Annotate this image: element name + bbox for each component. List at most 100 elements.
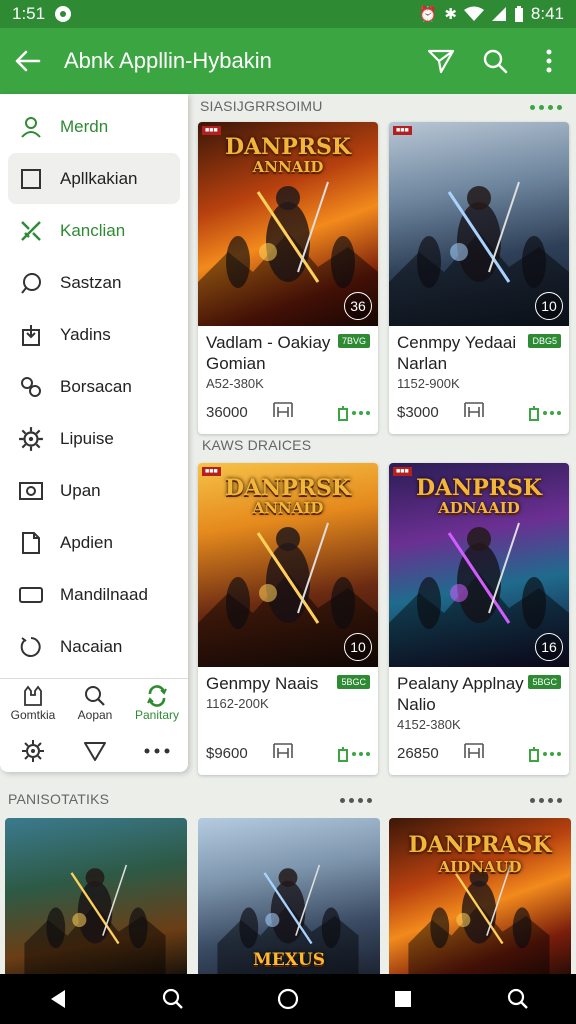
drawer-item-label: Lipuise: [60, 428, 114, 448]
status-bar: 1:51 ⏰ ✱ 8:41: [0, 0, 576, 28]
back-button[interactable]: [0, 28, 56, 94]
install-more-button[interactable]: [528, 405, 561, 421]
back-triangle-icon: [50, 990, 65, 1008]
download-box-icon: [18, 322, 44, 348]
section-title-1: SIASIJGRRSOIMU: [200, 98, 323, 114]
rating-badge: 5BGC: [528, 675, 561, 689]
game-artwork[interactable]: ■■■ DANPRSK ADNAAID 16: [389, 463, 569, 667]
game-artwork[interactable]: ■■■ DANPRSK ANNAID 10: [198, 463, 378, 667]
drawer-item-6[interactable]: Borsacan: [8, 361, 180, 412]
drawer-shortcut-3[interactable]: Panitary: [126, 679, 188, 727]
drawer-item-label: Nacaian: [60, 636, 123, 656]
game-logo: DANPRSK ANNAID: [224, 134, 352, 176]
drawer-more-button[interactable]: [126, 727, 188, 775]
app-card-partial[interactable]: MEXUS: [198, 818, 380, 974]
game-artwork[interactable]: ■■■ 10: [389, 122, 569, 326]
install-more-button[interactable]: [337, 405, 370, 421]
drawer-item-4[interactable]: Sastzan: [8, 257, 180, 308]
send-icon: [427, 49, 455, 74]
refresh-circle-icon: [18, 634, 44, 660]
bluetooth-icon: ✱: [444, 6, 457, 23]
app-range: 4152-380K: [397, 717, 461, 732]
app-title: Abnk Appllin-Hybakin: [64, 48, 272, 73]
nav-assist-button[interactable]: [488, 974, 548, 1024]
triangle-icon: [84, 742, 106, 761]
install-icon: [529, 746, 539, 762]
drawer-settings-button[interactable]: [2, 727, 64, 775]
app-name: Vadlam - Oakiay Gomian: [206, 333, 331, 373]
drawer-item-10[interactable]: Mandilnaad: [8, 569, 180, 620]
drawer-item-label: Borsacan: [60, 376, 132, 396]
compare-icon[interactable]: [272, 401, 294, 424]
castle-icon: [22, 684, 44, 708]
app-range: 1152-900K: [397, 376, 460, 391]
game-logo: [389, 136, 569, 138]
install-more-button[interactable]: [337, 746, 370, 762]
search-icon: [508, 988, 529, 1009]
nav-home-button[interactable]: [258, 974, 318, 1024]
app-card[interactable]: ■■■ DANPRSK ADNAAID 16 Pealany Applnay Nalio…: [389, 463, 569, 775]
search-button[interactable]: [468, 28, 522, 94]
arrow-back-icon: [15, 50, 41, 72]
drawer-item-3[interactable]: Kanclian: [8, 205, 180, 256]
system-navigation-bar: [0, 974, 576, 1024]
search-icon: [84, 684, 106, 708]
drawer-item-label: Merdn: [60, 116, 109, 136]
compare-icon[interactable]: [272, 742, 294, 765]
status-clock: 8:41: [530, 4, 564, 23]
more-vert-icon: [546, 49, 552, 73]
square-icon: [395, 991, 412, 1007]
app-price: $3000: [397, 404, 439, 421]
rating-badge: 7BVG: [337, 334, 370, 348]
artwork-count-badge: 10: [344, 633, 372, 661]
drawer-item-label: Apdien: [60, 532, 113, 552]
rating-badge: DBG5: [528, 334, 561, 348]
battery-icon: [514, 5, 523, 22]
nav-search-button[interactable]: [143, 974, 203, 1024]
section-1-more-button[interactable]: [530, 105, 562, 110]
compare-icon[interactable]: [463, 742, 485, 765]
nav-back-button[interactable]: [28, 974, 88, 1024]
wifi-icon: [463, 6, 484, 21]
install-icon: [338, 746, 348, 762]
drawer-shortcut-2[interactable]: Aopan: [64, 679, 126, 727]
drawer-item-1[interactable]: Merdn: [8, 101, 180, 152]
drawer-item-7[interactable]: Lipuise: [8, 413, 180, 464]
app-card-partial[interactable]: [5, 818, 187, 974]
drawer-item-11[interactable]: Nacaian: [8, 621, 180, 672]
section-3-more-button-2[interactable]: [530, 798, 562, 803]
game-logo: DANPRSK ADNAAID: [415, 475, 543, 517]
more-horiz-icon: [144, 748, 170, 754]
app-card[interactable]: ■■■ DANPRSK ANNAID 36 Vadlam - Oakiay Gomian…: [198, 122, 378, 434]
overflow-menu-button[interactable]: [522, 28, 576, 94]
navigation-drawer: Merdn Apllkakian Kanclian Sastzan Yadins Bors…: [0, 94, 188, 772]
drawer-item-2[interactable]: Apllkakian: [8, 153, 180, 204]
drawer-item-9[interactable]: Apdien: [8, 517, 180, 568]
drawer-item-label: Upan: [60, 480, 101, 500]
artwork-tag: ■■■: [202, 126, 221, 135]
artwork-count-badge: 16: [535, 633, 563, 661]
game-artwork[interactable]: ■■■ DANPRSK ANNAID 36: [198, 122, 378, 326]
install-more-button[interactable]: [528, 746, 561, 762]
app-card[interactable]: ■■■ DANPRSK ANNAID 10 Genmpy Naais 1162-200K 5…: [198, 463, 378, 775]
drawer-item-8[interactable]: Upan: [8, 465, 180, 516]
alarm-icon: ⏰: [418, 6, 438, 23]
app-card-partial[interactable]: DANPRASK AIDNAUD: [389, 818, 571, 974]
search-icon: [483, 49, 508, 74]
compare-icon[interactable]: [463, 401, 485, 424]
drawer-item-5[interactable]: Yadins: [8, 309, 180, 360]
nav-recents-button[interactable]: [373, 974, 433, 1024]
drawer-filter-button[interactable]: [64, 727, 126, 775]
drawer-shortcut-label: Gomtkia: [10, 708, 56, 722]
camera-box-icon: [18, 478, 44, 504]
drawer-shortcut-1[interactable]: Gomtkia: [2, 679, 64, 727]
sync-icon: [146, 684, 168, 708]
install-icon: [338, 405, 348, 421]
app-card[interactable]: ■■■ 10 Cenmpy Yedaai Narlan 1152-900K DBG5 $3…: [389, 122, 569, 434]
artwork-count-badge: 36: [344, 292, 372, 320]
section-3-more-button[interactable]: [340, 798, 372, 803]
artwork-tag: ■■■: [393, 467, 412, 476]
drawer-shortcut-label: Aopan: [77, 708, 113, 722]
send-button[interactable]: [414, 28, 468, 94]
drawer-item-label: Sastzan: [60, 272, 122, 292]
